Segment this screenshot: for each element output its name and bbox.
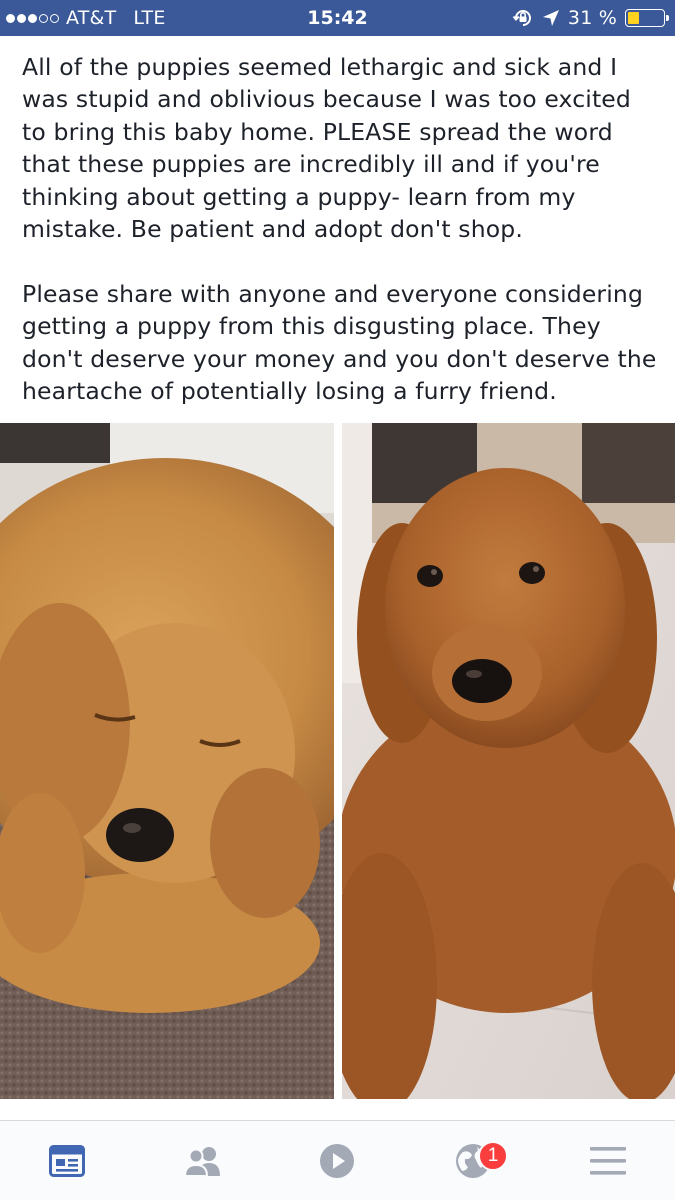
battery-level bbox=[628, 12, 639, 24]
tab-news-feed[interactable] bbox=[22, 1121, 112, 1201]
puppy-photo-awake[interactable] bbox=[342, 423, 675, 1099]
menu-icon bbox=[590, 1147, 626, 1175]
post-paragraph: Please share with anyone and everyone co… bbox=[22, 279, 657, 406]
tab-video[interactable] bbox=[292, 1121, 382, 1201]
rotation-lock-icon bbox=[512, 10, 531, 26]
bottom-tab-bar: 1 bbox=[0, 1120, 675, 1200]
post-paragraph: All of the puppies seemed lethargic and … bbox=[22, 53, 631, 244]
post-text: All of the puppies seemed lethargic and … bbox=[22, 51, 662, 407]
battery-icon bbox=[625, 9, 669, 27]
location-arrow-icon bbox=[542, 10, 559, 26]
awake-puppy-image bbox=[342, 423, 675, 1099]
news-feed-icon bbox=[49, 1145, 85, 1177]
battery-percent: 31 % bbox=[567, 7, 617, 29]
tab-menu[interactable] bbox=[563, 1121, 653, 1201]
friends-icon bbox=[183, 1147, 220, 1177]
tab-notifications[interactable]: 1 bbox=[428, 1121, 518, 1201]
sleeping-puppy-image bbox=[0, 423, 334, 1099]
tab-friends[interactable] bbox=[158, 1121, 248, 1201]
puppy-photo-sleeping[interactable] bbox=[0, 423, 334, 1099]
status-bar: AT&T LTE 15:42 31 % bbox=[0, 0, 675, 36]
video-play-icon bbox=[320, 1144, 354, 1178]
status-right: 31 % bbox=[512, 0, 669, 36]
notification-badge: 1 bbox=[478, 1141, 508, 1171]
